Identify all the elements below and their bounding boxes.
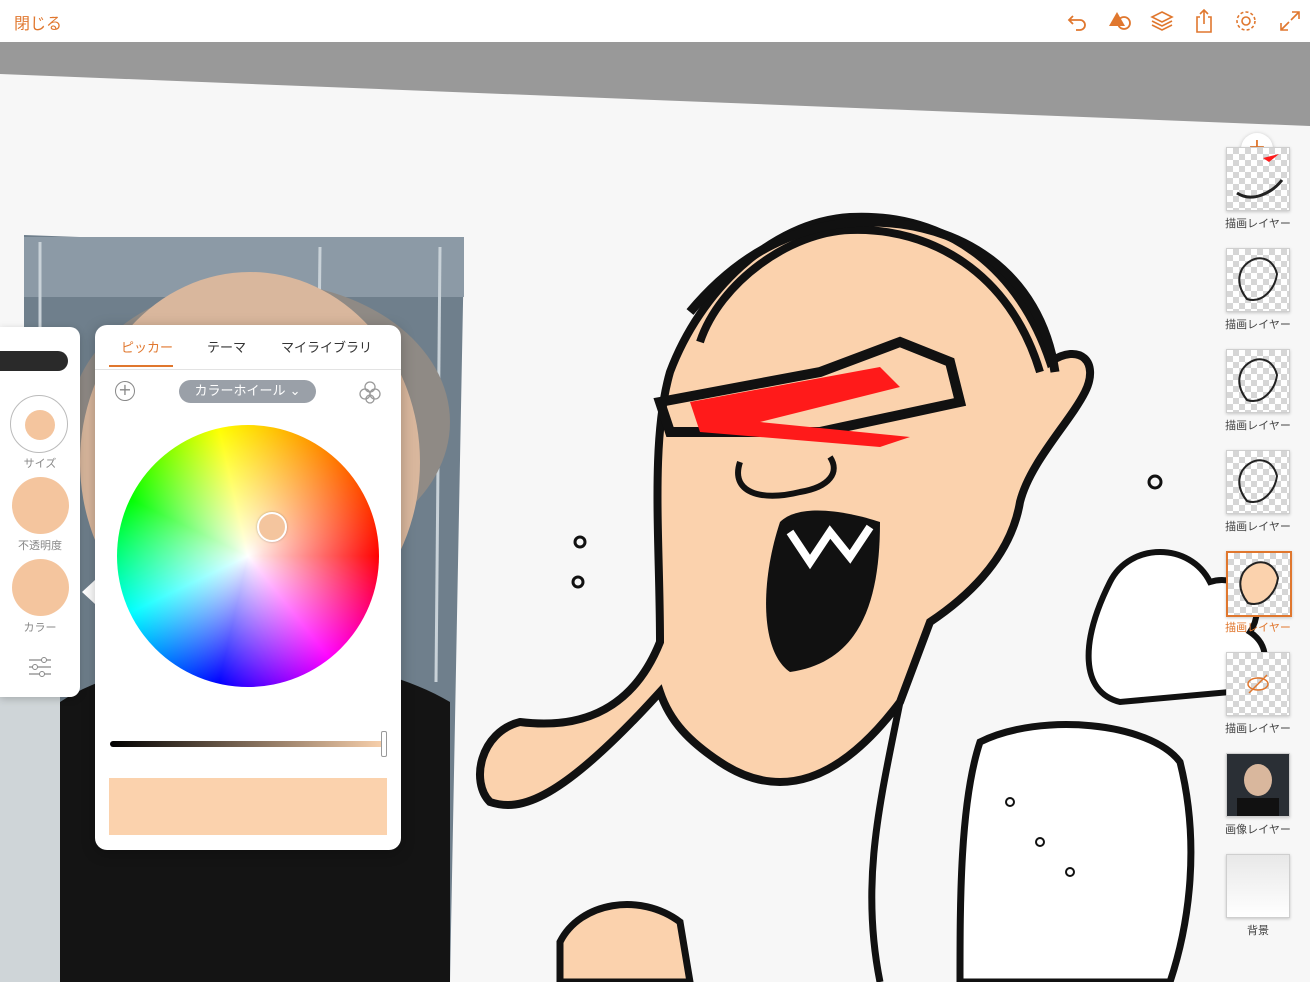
color-harmony-icon[interactable] <box>357 379 383 405</box>
tab-my-library[interactable]: マイライブラリ <box>281 337 372 356</box>
close-button[interactable]: 閉じる <box>14 10 62 34</box>
color-control[interactable] <box>12 559 69 616</box>
brightness-slider-handle[interactable] <box>381 731 387 757</box>
tab-picker[interactable]: ピッカー <box>121 337 173 356</box>
brush-settings-panel: サイズ 不透明度 カラー <box>0 327 80 697</box>
sliders-icon[interactable] <box>27 655 53 679</box>
selected-color-swatch <box>109 778 387 835</box>
color-wheel-selector[interactable] <box>257 512 287 542</box>
active-tab-indicator <box>109 365 173 367</box>
fullscreen-icon[interactable] <box>1277 8 1303 34</box>
layer-label: 描画レイヤー <box>1225 217 1291 230</box>
layer-label: 背景 <box>1247 924 1269 937</box>
brush-preview[interactable] <box>0 351 68 371</box>
layer-thumbnail <box>1226 349 1290 413</box>
brightness-slider[interactable] <box>110 741 386 747</box>
shapes-icon[interactable] <box>1107 8 1133 34</box>
popover-arrow <box>82 580 95 604</box>
picker-tabs: ピッカー テーマ マイライブラリ <box>95 325 401 370</box>
undo-icon[interactable] <box>1065 8 1091 34</box>
layers-icon[interactable] <box>1149 8 1175 34</box>
color-label: カラー <box>23 621 57 634</box>
top-toolbar: 閉じる <box>0 0 1310 43</box>
color-mode-dropdown[interactable]: カラーホイール ⌄ <box>179 380 316 403</box>
layer-thumbnail <box>1226 147 1290 211</box>
layer-label: 画像レイヤー <box>1225 823 1291 836</box>
layer-thumbnail <box>1226 551 1292 617</box>
layer-thumbnail <box>1226 854 1290 918</box>
layer-label: 描画レイヤー <box>1225 318 1291 331</box>
layer-label: 描画レイヤー <box>1225 419 1291 432</box>
color-wheel[interactable] <box>117 425 379 687</box>
share-icon[interactable] <box>1191 8 1217 34</box>
opacity-label: 不透明度 <box>18 539 62 552</box>
plus-icon: + <box>118 380 132 399</box>
chevron-down-icon: ⌄ <box>289 384 301 399</box>
layer-thumbnail <box>1226 753 1290 817</box>
opacity-control[interactable] <box>12 477 69 534</box>
layer-label: 描画レイヤー <box>1225 722 1291 735</box>
layer-thumbnail <box>1226 248 1290 312</box>
add-swatch-button[interactable]: + <box>115 380 135 401</box>
layer-label: 描画レイヤー <box>1225 520 1291 533</box>
layer-thumbnail <box>1226 652 1290 716</box>
size-label: サイズ <box>23 457 57 470</box>
hidden-eye-icon[interactable] <box>1227 653 1289 715</box>
tab-theme[interactable]: テーマ <box>207 337 246 356</box>
layer-thumbnail <box>1226 450 1290 514</box>
size-preview <box>25 410 55 440</box>
gear-icon[interactable] <box>1233 8 1259 34</box>
layer-label: 描画レイヤー <box>1225 621 1291 634</box>
color-picker-popover: ピッカー テーマ マイライブラリ + カラーホイール ⌄ <box>95 325 401 850</box>
size-control[interactable] <box>10 395 68 453</box>
